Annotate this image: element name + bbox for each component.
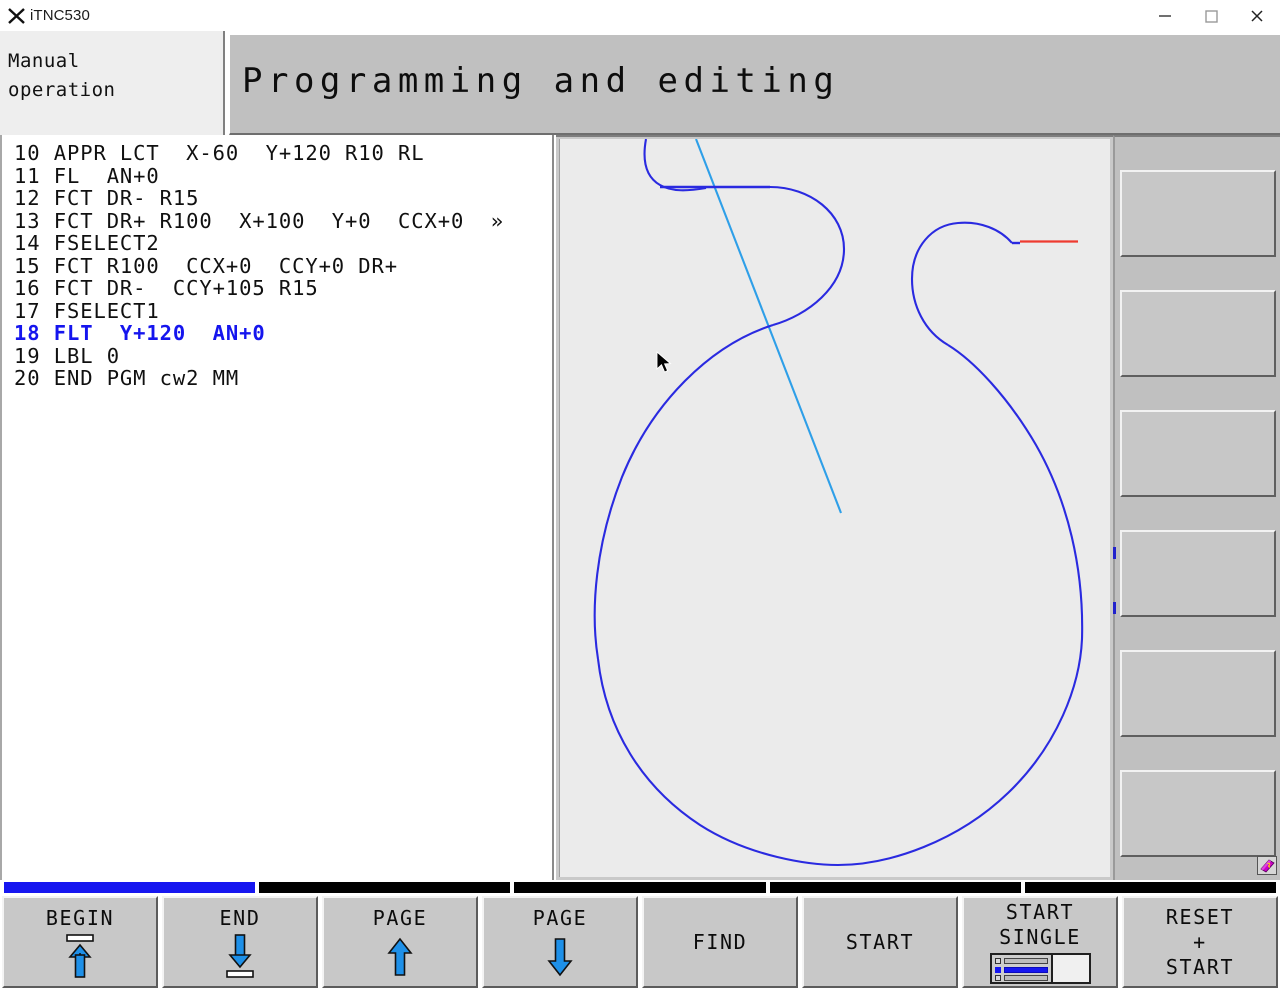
softkey-row: BEGIN END PAGE PAGE FIND START START SIN… bbox=[2, 896, 1278, 988]
softkey-start[interactable]: START bbox=[802, 896, 958, 988]
app-logo-icon bbox=[4, 0, 30, 31]
arrow-down-to-bar-icon bbox=[218, 933, 262, 979]
softkey-page-down[interactable]: PAGE bbox=[482, 896, 638, 988]
program-line[interactable]: 10 APPR LCT X-60 Y+120 R10 RL bbox=[14, 142, 552, 165]
program-line[interactable]: 12 FCT DR- R15 bbox=[14, 187, 552, 210]
softkey-indicator-segment bbox=[514, 882, 766, 893]
contour-r15-right bbox=[910, 221, 1013, 346]
softkey-find-label: FIND bbox=[692, 929, 748, 954]
vertical-softkey-2[interactable] bbox=[1119, 290, 1276, 377]
vertical-rail-marker-1 bbox=[1113, 547, 1116, 559]
softkey-indicator-segment bbox=[4, 882, 256, 893]
page-title: Programming and editing bbox=[242, 61, 840, 101]
main-content: 10 APPR LCT X-60 Y+120 R10 RL 11 FL AN+0 1… bbox=[0, 135, 1280, 880]
program-line[interactable]: 19 LBL 0 bbox=[14, 344, 552, 368]
minimize-button[interactable] bbox=[1142, 0, 1188, 31]
operating-mode-line-1: Manual bbox=[8, 50, 80, 72]
operating-mode-line-2: operation bbox=[8, 79, 116, 101]
graphics-pane[interactable] bbox=[556, 135, 1113, 880]
softkey-indicator-segment bbox=[769, 882, 1021, 893]
program-line[interactable]: 15 FCT R100 CCX+0 CCY+0 DR+ bbox=[14, 254, 552, 278]
softkey-bar: BEGIN END PAGE PAGE FIND START START SIN… bbox=[0, 880, 1280, 989]
program-line[interactable]: 17 FSELECT1 bbox=[14, 299, 552, 323]
program-line[interactable]: 11 FL AN+0 bbox=[14, 164, 552, 188]
softkey-page-indicator bbox=[4, 882, 1277, 893]
vertical-softkey-1[interactable] bbox=[1119, 170, 1276, 257]
book-icon[interactable] bbox=[1257, 856, 1277, 875]
softkey-reset-start-label-2: + bbox=[1193, 929, 1207, 954]
softkey-page-down-label: PAGE bbox=[532, 905, 588, 930]
vertical-softkey-6[interactable] bbox=[1119, 770, 1276, 857]
softkey-start-label: START bbox=[845, 929, 915, 954]
program-line[interactable]: 13 FCT DR+ R100 X+100 Y+0 CCX+0 » bbox=[14, 209, 552, 233]
softkey-reset-start[interactable]: RESET + START bbox=[1122, 896, 1278, 988]
vertical-rail-marker-2 bbox=[1113, 602, 1116, 614]
softkey-start-single-label-1: START bbox=[1005, 900, 1075, 924]
softkey-reset-start-label-3: START bbox=[1165, 954, 1235, 979]
vertical-softkey-column bbox=[1113, 135, 1280, 880]
softkey-page-up-label: PAGE bbox=[372, 905, 428, 930]
softkey-indicator-segment bbox=[1024, 882, 1277, 893]
app-title: iTNC530 bbox=[30, 7, 90, 24]
program-line[interactable]: 16 FCT DR- CCY+105 R15 bbox=[14, 277, 552, 300]
softkey-begin-label: BEGIN bbox=[45, 905, 115, 930]
softkey-start-single[interactable]: START SINGLE bbox=[962, 896, 1118, 988]
vertical-softkey-5[interactable] bbox=[1119, 650, 1276, 737]
close-icon bbox=[1251, 9, 1263, 22]
softkey-indicator-segment bbox=[259, 882, 511, 893]
softkey-end-label: END bbox=[219, 905, 261, 930]
program-line[interactable]: 18 FLT Y+120 AN+0 bbox=[14, 322, 552, 345]
contour-circle-right bbox=[947, 344, 1084, 640]
program-line[interactable]: 20 END PGM cw2 MM bbox=[14, 367, 552, 390]
operating-mode-box[interactable]: Manual operation bbox=[0, 31, 225, 135]
contour-graphic bbox=[593, 139, 1084, 867]
window-titlebar: iTNC530 bbox=[0, 0, 1280, 31]
itnc530-window: iTNC530 Manual operation Programming and… bbox=[0, 0, 1280, 989]
contour-circle-bottom-right bbox=[837, 638, 1084, 867]
softkey-start-single-label-2: SINGLE bbox=[999, 925, 1081, 949]
vertical-softkey-4[interactable] bbox=[1119, 530, 1276, 617]
maximize-icon bbox=[1205, 9, 1218, 23]
softkey-begin[interactable]: BEGIN bbox=[2, 896, 158, 988]
contour-r15-left bbox=[769, 185, 846, 327]
program-line[interactable]: 14 FSELECT2 bbox=[14, 232, 552, 255]
mode-header: Manual operation Programming and editing bbox=[0, 31, 1280, 135]
softkey-end[interactable]: END bbox=[162, 896, 318, 988]
program-lines: 10 APPR LCT X-60 Y+120 R10 RL 11 FL AN+0 1… bbox=[14, 142, 552, 390]
close-button[interactable] bbox=[1234, 0, 1280, 31]
contour-circle-upper-left bbox=[593, 323, 774, 660]
contour-circle-bottom-left bbox=[596, 658, 839, 867]
minimize-icon bbox=[1159, 14, 1171, 17]
softkey-reset-start-label-1: RESET bbox=[1165, 904, 1235, 929]
softkey-find[interactable]: FIND bbox=[642, 896, 798, 988]
single-block-icon bbox=[989, 953, 1091, 984]
softkey-page-up[interactable]: PAGE bbox=[322, 896, 478, 988]
maximize-button[interactable] bbox=[1188, 0, 1234, 31]
arrow-down-icon bbox=[538, 933, 582, 979]
graphics-canvas[interactable] bbox=[559, 139, 1110, 877]
arrow-up-to-bar-icon bbox=[58, 933, 102, 979]
vertical-softkey-3[interactable] bbox=[1119, 410, 1276, 497]
contour-entry-arc bbox=[643, 139, 707, 192]
arrow-up-icon bbox=[378, 933, 422, 979]
screen-title-bar: Programming and editing bbox=[229, 34, 1280, 135]
program-listing-pane[interactable]: 10 APPR LCT X-60 Y+120 R10 RL 11 FL AN+0 1… bbox=[0, 135, 554, 880]
